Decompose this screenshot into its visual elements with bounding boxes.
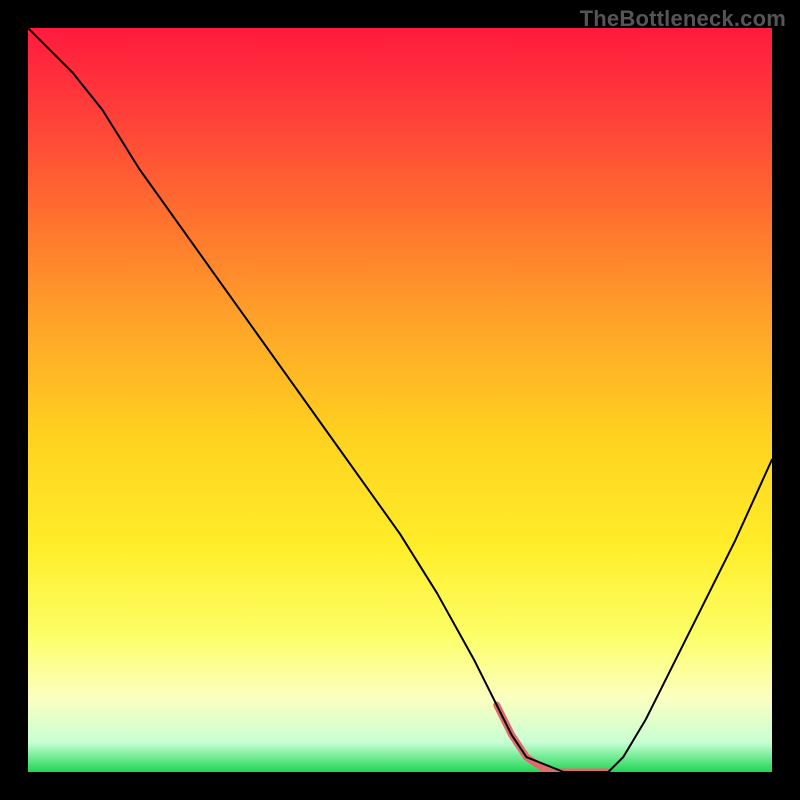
chart-background: [28, 28, 772, 772]
chart-frame: TheBottleneck.com: [0, 0, 800, 800]
chart-svg: [28, 28, 772, 772]
chart-plot-area: [28, 28, 772, 772]
watermark-text: TheBottleneck.com: [580, 6, 786, 32]
